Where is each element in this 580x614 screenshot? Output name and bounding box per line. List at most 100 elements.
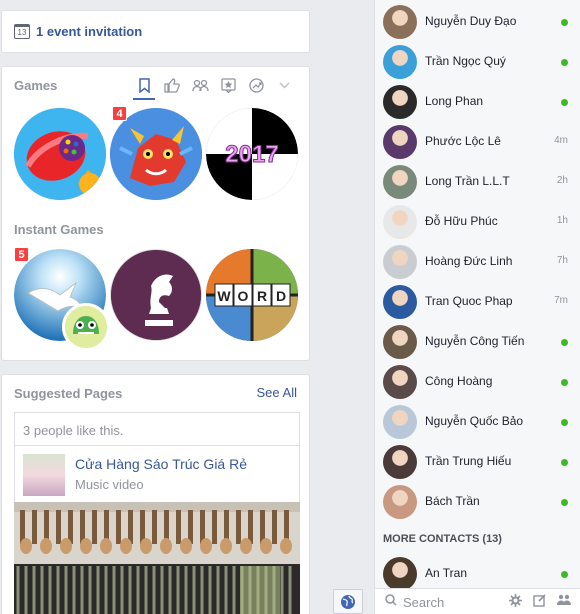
avatar[interactable]: [383, 85, 417, 119]
chevron-down-icon[interactable]: [275, 76, 293, 94]
contact-name: Bách Trần: [425, 494, 480, 508]
likes-text: 3 people like this.: [23, 423, 124, 438]
suggested-pages-card: Suggested Pages See All 3 people like th…: [1, 374, 310, 614]
page-cover-photo[interactable]: [14, 502, 300, 614]
suggested-page-item[interactable]: Cửa Hàng Sáo Trúc Giá Rẻ Music video: [14, 445, 300, 503]
chat-contact[interactable]: Long Phan: [375, 82, 580, 122]
page-category: Music video: [75, 477, 144, 492]
word-letter: R: [257, 288, 267, 304]
avatar[interactable]: [383, 325, 417, 359]
gear-icon[interactable]: [509, 594, 522, 610]
chat-contact[interactable]: Đỗ Hữu Phúc 1h: [375, 202, 580, 242]
avatar[interactable]: [383, 365, 417, 399]
dragon-city-game[interactable]: [110, 108, 202, 200]
chat-contact[interactable]: Phước Lộc Lê 4m: [375, 122, 580, 162]
like-icon[interactable]: [163, 76, 181, 94]
globe-icon[interactable]: [333, 589, 363, 614]
chat-search-bar[interactable]: Search: [375, 588, 580, 614]
see-all-link[interactable]: See All: [257, 385, 297, 400]
avatar[interactable]: [383, 5, 417, 39]
chat-contact[interactable]: Trần Ngọc Quý: [375, 42, 580, 82]
star-icon[interactable]: [219, 76, 237, 94]
search-icon: [385, 594, 397, 609]
new-group-icon[interactable]: [557, 594, 571, 609]
last-active-time: 1h: [556, 215, 568, 226]
online-status-dot: [561, 99, 568, 106]
contact-name: Công Hoàng: [425, 374, 493, 388]
word-letter: W: [217, 288, 231, 304]
page-name-link[interactable]: Cửa Hàng Sáo Trúc Giá Rẻ: [75, 456, 247, 472]
online-status-dot: [561, 499, 568, 506]
online-status-dot: [561, 339, 568, 346]
chat-contact[interactable]: Long Trần L.L.T 2h: [375, 162, 580, 202]
online-status-dot: [561, 59, 568, 66]
contact-name: Nguyễn Công Tiến: [425, 334, 525, 348]
notification-badge: 5: [14, 247, 29, 262]
games-title: Games: [14, 78, 58, 93]
notification-badge: 4: [112, 106, 127, 121]
avatar[interactable]: [383, 285, 417, 319]
contact-name: Phước Lộc Lê: [425, 134, 501, 148]
online-status-dot: [561, 19, 568, 26]
likes-summary: 3 people like this.: [14, 412, 300, 446]
online-status-dot: [561, 571, 568, 578]
contact-name: Long Trần L.L.T: [425, 174, 510, 188]
avatar[interactable]: [383, 557, 417, 591]
event-invitation-card[interactable]: 13 1 event invitation: [1, 10, 310, 53]
contact-name: Trần Ngọc Quý: [425, 54, 506, 68]
event-invitation-link[interactable]: 1 event invitation: [36, 24, 142, 39]
contact-name: Tran Quoc Phap: [425, 294, 513, 308]
piano-tiles-game[interactable]: 2017: [206, 108, 298, 200]
contact-name: An Tran: [425, 566, 468, 580]
avatar[interactable]: [383, 165, 417, 199]
chess-game[interactable]: [110, 249, 202, 341]
candy-crush-game[interactable]: [14, 108, 106, 200]
avatar[interactable]: [383, 445, 417, 479]
chat-contact[interactable]: Nguyễn Quốc Bảo: [375, 402, 580, 442]
contact-name: Nguyễn Duy Đạo: [425, 14, 517, 28]
online-status-dot: [561, 379, 568, 386]
avatar[interactable]: [383, 485, 417, 519]
more-contacts-header: MORE CONTACTS (13): [383, 533, 502, 545]
calendar-icon: 13: [14, 24, 30, 39]
word-game[interactable]: W O R D: [206, 249, 298, 341]
instant-games-title: Instant Games: [14, 222, 104, 237]
contact-name: Nguyễn Quốc Bảo: [425, 414, 524, 428]
trending-icon[interactable]: [247, 76, 265, 94]
contact-name: Đỗ Hữu Phúc: [425, 214, 498, 228]
friends-icon[interactable]: [191, 76, 209, 94]
piano-2017-label: 2017: [225, 141, 278, 168]
chat-sidebar: Nguyễn Duy Đạo Trần Ngọc Quý Long Phan Phướ…: [375, 0, 580, 614]
chat-contact[interactable]: Hoàng Đức Linh 7h: [375, 242, 580, 282]
chat-contact[interactable]: Tran Quoc Phap 7m: [375, 282, 580, 322]
games-tabs: [133, 76, 293, 100]
page-thumbnail[interactable]: [23, 454, 65, 496]
chat-contact[interactable]: Bách Trần: [375, 482, 580, 522]
suggested-pages-title: Suggested Pages: [14, 386, 123, 401]
chat-contact[interactable]: Nguyễn Duy Đạo: [375, 2, 580, 42]
chat-contact[interactable]: Trần Trung Hiếu: [375, 442, 580, 482]
search-input[interactable]: Search: [403, 595, 444, 610]
last-active-time: 2h: [556, 175, 568, 186]
online-status-dot: [561, 419, 568, 426]
chat-contact[interactable]: Nguyễn Công Tiến: [375, 322, 580, 362]
avatar[interactable]: [383, 245, 417, 279]
avatar[interactable]: [383, 125, 417, 159]
avatar[interactable]: [383, 205, 417, 239]
contact-name: Long Phan: [425, 94, 484, 108]
avatar[interactable]: [383, 405, 417, 439]
games-card: Games 4 2017 Instant Games 5 W O R D: [1, 66, 310, 361]
avatar[interactable]: [383, 45, 417, 79]
online-status-dot: [561, 459, 568, 466]
last-active-time: 4m: [554, 135, 568, 146]
bookmark-icon[interactable]: [133, 76, 155, 100]
monster-overlay-icon: [62, 303, 110, 351]
compose-icon[interactable]: [533, 594, 546, 610]
chat-contact[interactable]: Công Hoàng: [375, 362, 580, 402]
last-active-time: 7m: [554, 295, 568, 306]
contact-name: Trần Trung Hiếu: [425, 454, 512, 468]
last-active-time: 7h: [556, 255, 568, 266]
contact-name: Hoàng Đức Linh: [425, 254, 513, 268]
word-letter: D: [276, 288, 286, 304]
word-letter: O: [238, 288, 249, 304]
